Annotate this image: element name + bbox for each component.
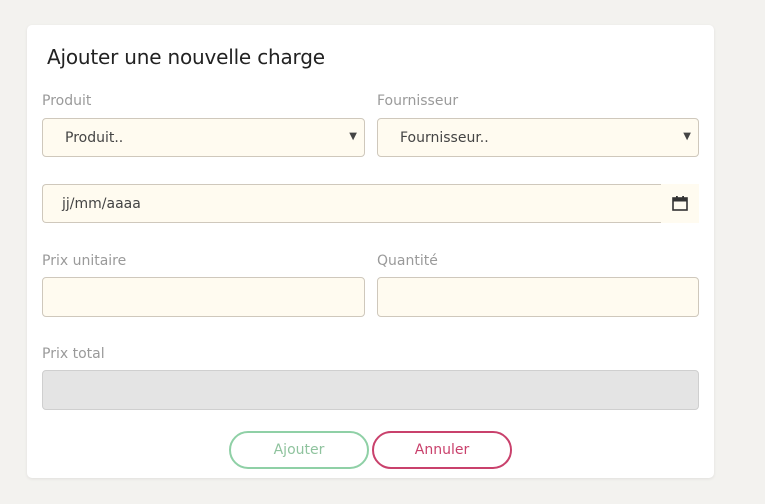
unit-price-label: Prix unitaire: [42, 253, 127, 269]
unit-price-input[interactable]: [42, 277, 365, 317]
product-label: Produit: [42, 93, 92, 109]
supplier-selected-value: Fournisseur..: [400, 130, 489, 146]
calendar-icon: [672, 196, 688, 211]
total-price-input: [42, 370, 699, 410]
calendar-button[interactable]: [661, 184, 699, 223]
add-button[interactable]: Ajouter: [229, 431, 369, 469]
date-placeholder: jj/mm/aaaa: [62, 196, 141, 212]
supplier-select[interactable]: Fournisseur.. ▼: [377, 118, 699, 157]
chevron-down-icon: ▼: [683, 131, 691, 142]
date-input[interactable]: jj/mm/aaaa: [42, 184, 662, 223]
quantity-input[interactable]: [377, 277, 699, 317]
quantity-label: Quantité: [377, 253, 438, 269]
product-selected-value: Produit..: [65, 130, 124, 146]
chevron-down-icon: ▼: [349, 131, 357, 142]
form-title: Ajouter une nouvelle charge: [47, 45, 325, 69]
supplier-label: Fournisseur: [377, 93, 459, 109]
add-charge-card: Ajouter une nouvelle charge Produit Prod…: [27, 25, 714, 478]
total-price-label: Prix total: [42, 346, 105, 362]
product-select[interactable]: Produit.. ▼: [42, 118, 365, 157]
cancel-button[interactable]: Annuler: [372, 431, 512, 469]
